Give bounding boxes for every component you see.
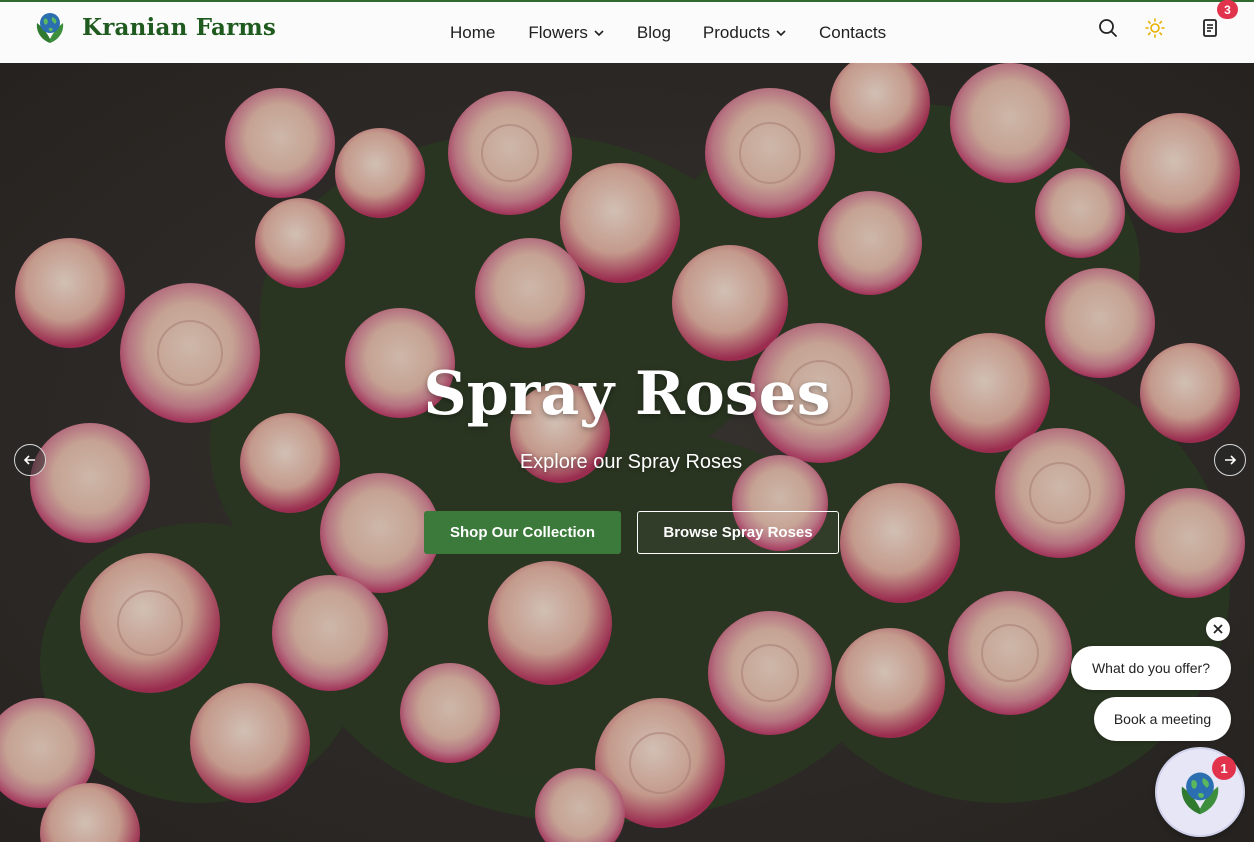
- hero-title: Spray Roses: [423, 359, 831, 429]
- nav-home-label: Home: [450, 22, 496, 42]
- nav-flowers-label: Flowers: [528, 22, 588, 42]
- chevron-down-icon: [776, 29, 786, 36]
- globe-leaf-icon: [36, 13, 64, 43]
- hero-slider: Spray Roses Explore our Spray Roses Shop…: [0, 63, 1254, 842]
- chat-close-button[interactable]: [1206, 617, 1230, 641]
- sun-icon[interactable]: [1144, 17, 1166, 39]
- arrow-left-icon: [23, 455, 35, 465]
- chat-unread-badge: 1: [1212, 756, 1236, 780]
- nav-home[interactable]: Home: [450, 23, 495, 43]
- cart-count-badge: 3: [1217, 0, 1238, 19]
- search-icon[interactable]: [1097, 17, 1119, 39]
- nav-blog[interactable]: Blog: [637, 23, 671, 43]
- chat-prompt-meeting[interactable]: Book a meeting: [1094, 697, 1231, 741]
- hero-subtitle: Explore our Spray Roses: [519, 451, 743, 473]
- shop-collection-button[interactable]: Shop Our Collection: [424, 511, 621, 554]
- slider-prev-button[interactable]: [14, 444, 46, 476]
- brand-name: Kranian Farms: [82, 13, 277, 41]
- nav-flowers[interactable]: Flowers: [528, 23, 604, 43]
- chevron-down-icon: [594, 29, 604, 36]
- brand-logo[interactable]: Kranian Farms: [34, 9, 276, 45]
- browse-spray-roses-button[interactable]: Browse Spray Roses: [637, 511, 839, 554]
- chat-prompt-offer[interactable]: What do you offer?: [1071, 646, 1231, 690]
- nav-blog-label: Blog: [636, 22, 671, 42]
- main-nav: Home Flowers Blog Products Contacts: [450, 2, 886, 63]
- nav-contacts-label: Contacts: [819, 22, 887, 42]
- cart-icon[interactable]: [1199, 17, 1221, 39]
- nav-contacts[interactable]: Contacts: [819, 23, 886, 43]
- close-icon: [1213, 624, 1223, 634]
- arrow-right-icon: [1225, 455, 1237, 465]
- slider-next-button[interactable]: [1214, 444, 1246, 476]
- nav-products-label: Products: [702, 22, 770, 42]
- site-header: Kranian Farms Home Flowers Blog Products…: [0, 0, 1254, 63]
- nav-products[interactable]: Products: [703, 23, 786, 43]
